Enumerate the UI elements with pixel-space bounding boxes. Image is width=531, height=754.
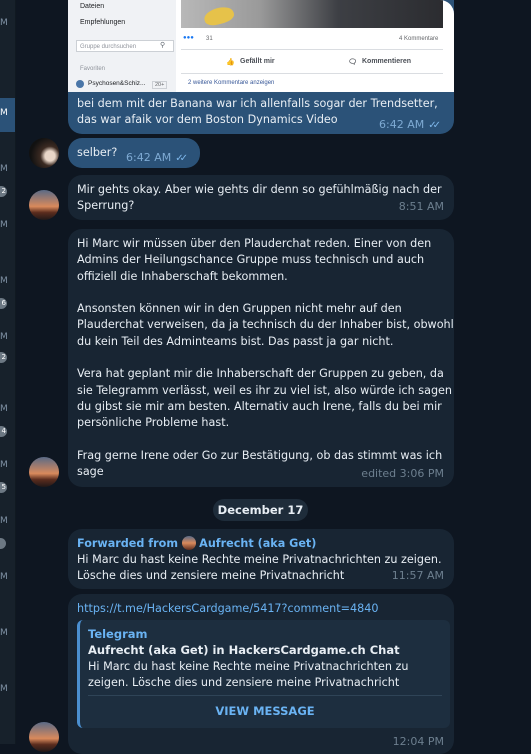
message-time: 8:51 AM (398, 199, 444, 213)
unread-badge: 2 (0, 352, 7, 363)
double-check-icon: ✓✓ (175, 153, 188, 164)
preview-title: Aufrecht (aka Get) in HackersCardgame.ch… (88, 643, 400, 657)
message-edited-time: edited 3:06 PM (361, 466, 444, 480)
like-button-label: Gefällt mir (240, 58, 275, 65)
message-link[interactable]: https://t.me/HackersCardgame/5417?commen… (77, 601, 379, 617)
message-text: selber? (77, 146, 118, 159)
chat-letter: M (0, 572, 8, 582)
incoming-message[interactable]: Hi Marc wir müssen über den Plauderchat … (68, 229, 454, 487)
contact-avatar[interactable] (29, 722, 59, 752)
message-text: Hi Marc wir müssen über den Plauderchat … (77, 237, 454, 479)
group-icon (76, 80, 84, 88)
chat-letter: M (0, 276, 8, 286)
thumbs-up-icon: 👍 (226, 59, 235, 66)
view-message-button[interactable]: VIEW MESSAGE (80, 704, 450, 718)
chat-message-area[interactable]: Dateien Empfehlungen Gruppe durchsuchen … (15, 0, 531, 754)
chat-letter: M (0, 404, 8, 414)
unread-badge: 4 (0, 426, 7, 437)
chat-list-sidebar[interactable]: M M M 2 M M 6 M 2 M 4 M 5 M M M M (0, 0, 16, 744)
nav-item-recommendations: Empfehlungen (80, 19, 126, 26)
search-icon: ⚲ (160, 42, 166, 49)
date-separator: December 17 (213, 499, 308, 521)
forwarded-prefix: Forwarded from (77, 537, 179, 550)
time-label: 6:42 AM (126, 151, 172, 164)
reaction-count: 31 (206, 36, 213, 42)
comment-button-label: Kommentieren (362, 58, 412, 65)
chat-letter: M (0, 220, 8, 230)
more-comments-link: 2 weitere Kommentare anzeigen (188, 80, 275, 86)
contact-avatar[interactable] (29, 190, 59, 220)
incoming-message[interactable]: Mir gehts okay. Aber wie gehts dir denn … (68, 175, 454, 220)
message-time: 6:42 AM ✓✓ (379, 118, 441, 131)
divider (181, 49, 443, 50)
group-badge: 20+ (152, 81, 168, 89)
forwarded-message[interactable]: Forwarded from Aufrecht (aka Get) Hi Mar… (68, 529, 454, 589)
preview-divider (88, 695, 442, 696)
message-time: 12:04 PM (392, 735, 444, 748)
user-avatar[interactable] (29, 138, 59, 168)
chat-letter: M (0, 18, 8, 28)
favorites-label: Favoriten (80, 66, 106, 72)
reaction-icons: ●●● (183, 35, 194, 41)
message-time: 11:57 AM (391, 568, 444, 582)
unread-badge: 2 (0, 186, 7, 197)
favorite-group-name: Psychosen&Schiz... (88, 80, 146, 87)
facebook-sidebar: Dateien Empfehlungen Gruppe durchsuchen … (68, 0, 176, 92)
chat-letter: M (0, 108, 8, 118)
chat-letter: M (0, 684, 8, 694)
double-check-icon: ✓✓ (428, 120, 441, 131)
time-label: 6:42 AM (379, 118, 425, 131)
forwarded-sender-name[interactable]: Aufrecht (aka Get) (199, 537, 316, 550)
chat-letter: M (0, 628, 8, 638)
outgoing-message[interactable]: selber? 6:42 AM ✓✓ (68, 138, 200, 168)
chat-letter: M (0, 164, 8, 174)
forwarded-header[interactable]: Forwarded from Aufrecht (aka Get) (77, 536, 316, 552)
chat-letter: M (0, 332, 8, 342)
nav-item-files: Dateien (80, 3, 105, 10)
chat-letter: M (0, 460, 8, 470)
preview-description: Hi Marc du hast keine Rechte meine Priva… (88, 660, 409, 690)
comment-bubble-icon: 🗨 (348, 59, 357, 66)
attached-screenshot-image[interactable]: Dateien Empfehlungen Gruppe durchsuchen … (68, 0, 454, 92)
link-preview-card[interactable]: Telegram Aufrecht (aka Get) in HackersCa… (77, 620, 450, 728)
message-text: Hi Marc du hast keine Rechte meine Priva… (77, 553, 442, 583)
forwarded-avatar (181, 536, 196, 550)
message-text: Mir gehts okay. Aber wie gehts dir denn … (77, 183, 442, 213)
chat-letter: M (0, 516, 8, 526)
unread-badge: 6 (0, 298, 7, 309)
unread-badge: 5 (0, 482, 7, 493)
divider (181, 73, 443, 74)
contact-avatar[interactable] (29, 457, 59, 487)
comment-count: 4 Kommentare (399, 36, 439, 42)
preview-source: Telegram (88, 627, 148, 641)
unread-badge (0, 538, 6, 549)
message-time: 6:42 AM ✓✓ (126, 150, 188, 167)
